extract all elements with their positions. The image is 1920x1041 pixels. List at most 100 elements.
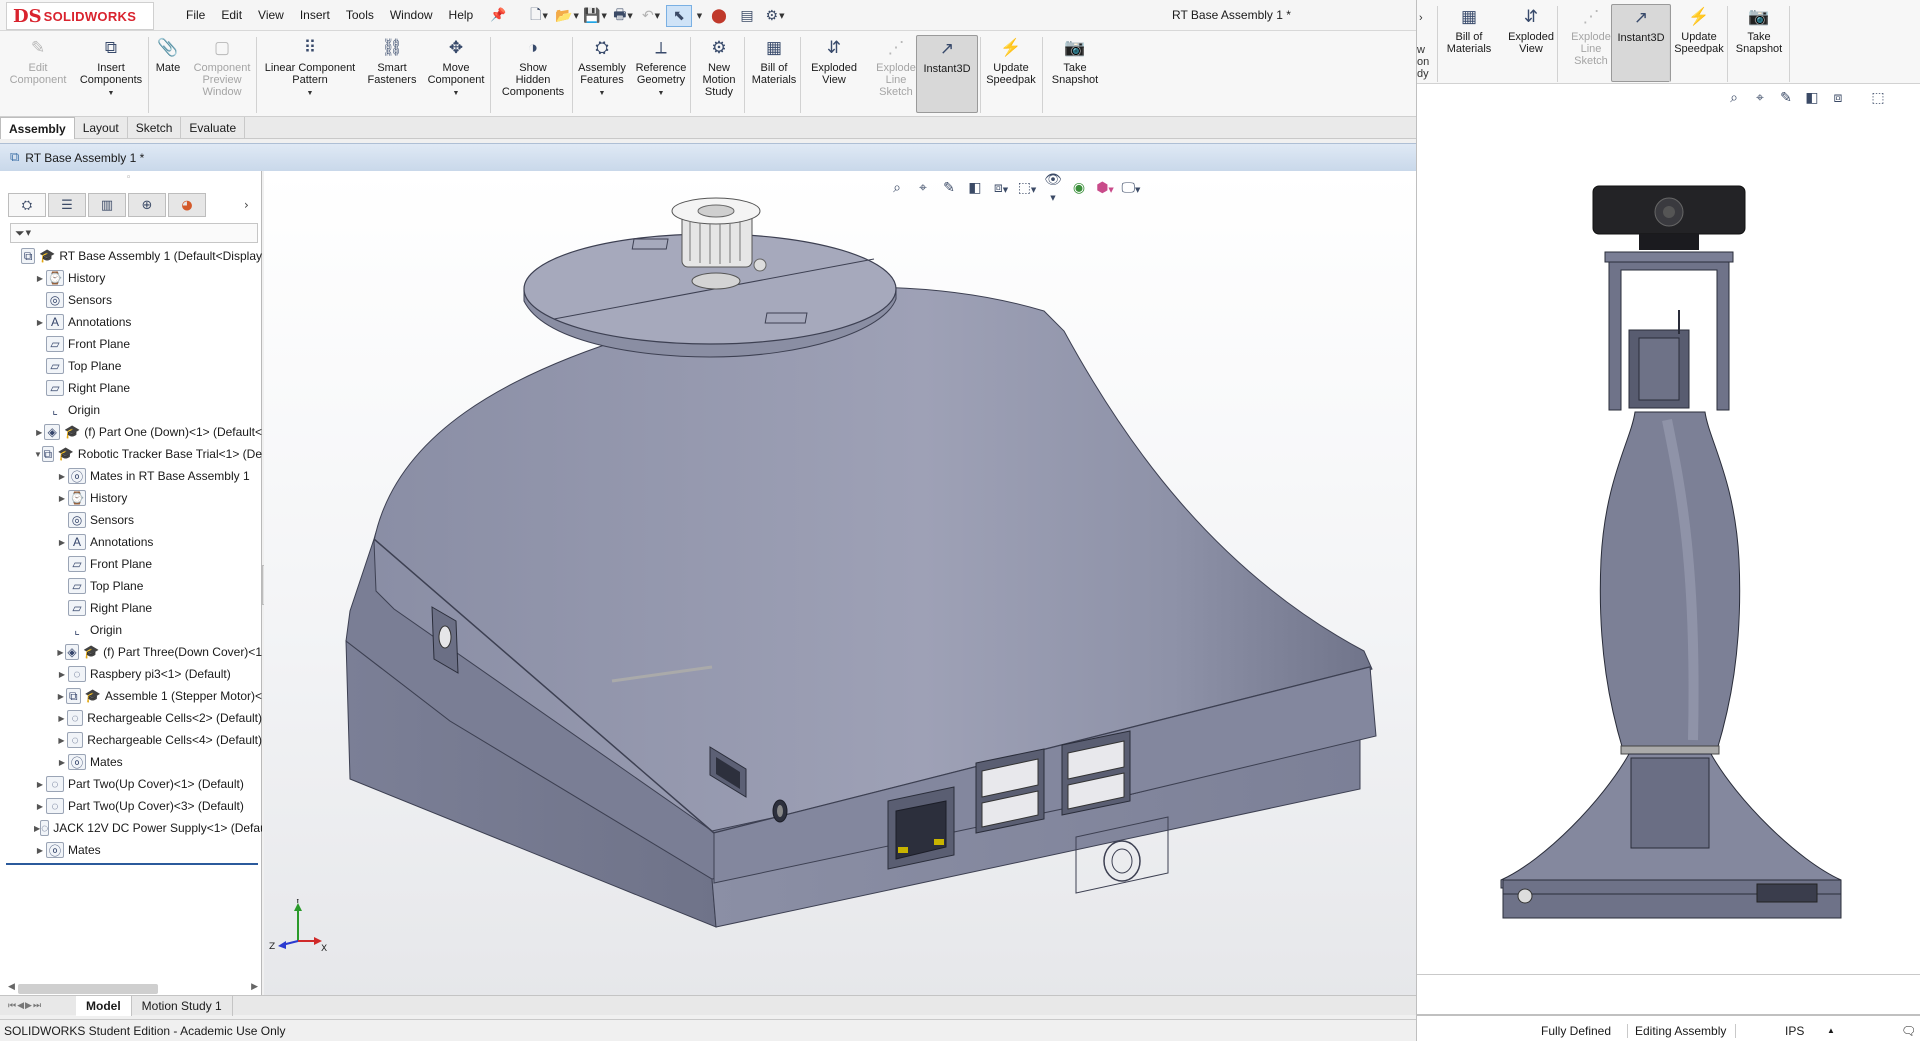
tab-evaluate[interactable]: Evaluate [181, 117, 246, 139]
view-orientation-icon[interactable]: ⧈▼ [990, 180, 1012, 196]
edit-component-button[interactable]: ✎ Edit Component [2, 35, 74, 88]
reference-geometry-button[interactable]: ⟂ Reference Geometry ▼ [632, 35, 690, 102]
tab-sketch[interactable]: Sketch [128, 117, 182, 139]
tree-item[interactable]: ▼ ⧉ 🎓 Robotic Tracker Base Trial<1> (De [0, 443, 262, 465]
property-manager-icon[interactable]: ☰ [48, 193, 86, 217]
file-properties-icon[interactable]: ▤ [734, 5, 760, 27]
chevron-down-icon[interactable]: ▼ [108, 88, 115, 100]
previous-view-icon[interactable]: ✎ [1775, 90, 1797, 106]
tab-layout[interactable]: Layout [75, 117, 128, 139]
tree-item[interactable]: ◎ Sensors [0, 289, 262, 311]
expand-icon[interactable]: ▶ [34, 428, 44, 437]
options-gear-icon[interactable]: ⚙ ▼ [762, 5, 788, 27]
tree-item[interactable]: ▱ Top Plane [0, 355, 262, 377]
tree-item[interactable]: ▶ ◌ Raspbery pi3<1> (Default) [0, 663, 262, 685]
bottom-tab-model[interactable]: Model [76, 995, 132, 1016]
expand-icon[interactable]: ▶ [34, 780, 46, 789]
undo-icon[interactable]: ↶ ▼ [638, 5, 664, 27]
expand-icon[interactable]: ▶ [56, 538, 68, 547]
tree-item[interactable]: ▶ ◌ Rechargeable Cells<4> (Default) [0, 729, 262, 751]
expand-icon[interactable]: ▶ [34, 802, 46, 811]
expand-icon[interactable]: ▶ [34, 846, 46, 855]
dimxpert-manager-icon[interactable]: ⊕ [128, 193, 166, 217]
tree-item[interactable]: ▶ ◌ JACK 12V DC Power Supply<1> (Defau [0, 817, 262, 839]
hide-show-items-icon[interactable]: 👁▼ [1042, 172, 1064, 204]
chevron-down-icon[interactable]: ▼ [658, 88, 665, 100]
assembly-model-view[interactable] [264, 171, 1416, 998]
chevron-down-icon[interactable]: ▼ [307, 88, 314, 100]
expand-icon[interactable]: ▶ [56, 472, 68, 481]
menu-edit[interactable]: Edit [213, 0, 250, 31]
view-orientation-icon[interactable]: ⧈ [1827, 90, 1849, 106]
status-units[interactable]: IPS [1785, 1024, 1804, 1038]
zoom-to-area-icon[interactable]: ⌖ [1749, 90, 1771, 106]
front-view-model[interactable] [1417, 180, 1920, 920]
horizontal-scrollbar[interactable]: ◀ ▶ [8, 982, 258, 996]
zoom-to-area-icon[interactable]: ⌖ [912, 180, 934, 196]
chevron-right-icon[interactable]: › [244, 198, 249, 212]
view-settings-icon[interactable]: 🖵▼ [1120, 180, 1142, 196]
tree-item[interactable]: ⌞ Origin [0, 619, 262, 641]
zoom-to-fit-icon[interactable]: ⌕ [1723, 90, 1745, 106]
expand-icon[interactable]: ▶ [56, 714, 67, 723]
update-speedpak-button[interactable]: ⚡ Update Speedpak [1671, 4, 1727, 57]
tree-item[interactable]: ▱ Right Plane [0, 597, 262, 619]
tree-filter[interactable]: ⏷ ▼ [10, 223, 258, 243]
menu-insert[interactable]: Insert [292, 0, 338, 31]
tree-item[interactable]: ▶ ⌚ History [0, 487, 262, 509]
expand-icon[interactable]: ▶ [56, 692, 66, 701]
pin-icon[interactable]: 📌 [490, 8, 506, 23]
menu-view[interactable]: View [250, 0, 292, 31]
open-icon[interactable]: 📂 ▼ [554, 5, 580, 27]
tree-item[interactable]: ▶ ⓞ Mates [0, 839, 262, 861]
panel-grip-icon[interactable]: ◦ [126, 173, 131, 183]
tree-item[interactable]: ▶ ⧉ 🎓 Assemble 1 (Stepper Motor)< [0, 685, 262, 707]
instant3d-button[interactable]: ↗ Instant3D [1611, 4, 1671, 82]
expand-icon[interactable]: ▶ [34, 274, 46, 283]
tree-item[interactable]: ◎ Sensors [0, 509, 262, 531]
chevron-right-icon[interactable]: › [1419, 14, 1423, 24]
tree-item[interactable]: ▱ Right Plane [0, 377, 262, 399]
linear-component-pattern-button[interactable]: ⠿ Linear Component Pattern ▼ [258, 35, 362, 102]
tree-item[interactable]: ▶ ◌ Part Two(Up Cover)<1> (Default) [0, 773, 262, 795]
display-style-icon[interactable]: ⬚ [1867, 90, 1889, 106]
bottom-tab-motion-study-1[interactable]: Motion Study 1 [132, 995, 233, 1016]
menu-file[interactable]: File [178, 0, 213, 31]
expand-icon[interactable]: ▶ [34, 318, 46, 327]
tree-item[interactable]: ▶ ◌ Rechargeable Cells<2> (Default) [0, 707, 262, 729]
apply-scene-icon[interactable]: ⬢▼ [1094, 180, 1116, 196]
bill-of-materials-button[interactable]: ▦ Bill of Materials [746, 35, 802, 88]
collapse-icon[interactable]: ▼ [34, 450, 42, 459]
update-speedpak-button[interactable]: ⚡ Update Speedpak [980, 35, 1042, 88]
tree-item[interactable]: ▶ ◈ 🎓 (f) Part Three(Down Cover)<1 [0, 641, 262, 663]
move-component-button[interactable]: ✥ Move Component ▼ [420, 35, 492, 102]
tree-item[interactable]: ▶ ⌚ History [0, 267, 262, 289]
section-view-icon[interactable]: ◧ [1801, 90, 1823, 106]
new-document-icon[interactable]: 🗋 ▼ [526, 5, 552, 27]
tree-item[interactable]: ▶ ⓞ Mates in RT Base Assembly 1 [0, 465, 262, 487]
expand-icon[interactable]: ▶ [56, 494, 68, 503]
expand-icon[interactable]: ▶ [56, 758, 68, 767]
exploded-view-button[interactable]: ⇵ Exploded View [802, 35, 866, 88]
graphics-area[interactable]: ⌕ ⌖ ✎ ◧ ⧈▼ ⬚▼ 👁▼ ◉ ⬢▼ 🖵▼ Y X Z [264, 171, 1416, 998]
chat-icon[interactable]: 🗨 [1901, 1024, 1916, 1038]
tree-item[interactable]: ▱ Front Plane [0, 553, 262, 575]
scroll-thumb[interactable] [18, 984, 158, 994]
print-icon[interactable]: 🖶 ▼ [610, 5, 636, 27]
configuration-manager-icon[interactable]: ▥ [88, 193, 126, 217]
solidworks-logo[interactable]: DS SOLIDWORKS [6, 2, 154, 30]
tree-item[interactable]: ▶ A Annotations [0, 311, 262, 333]
tree-item[interactable]: ▱ Front Plane [0, 333, 262, 355]
menu-tools[interactable]: Tools [338, 0, 382, 31]
show-hidden-components-button[interactable]: ◑ Show Hidden Components [494, 35, 572, 100]
edit-appearance-icon[interactable]: ◉ [1068, 180, 1090, 196]
scroll-right-icon[interactable]: ▶ [251, 982, 258, 992]
tree-item[interactable]: ⧉ 🎓 RT Base Assembly 1 (Default<Display [0, 245, 262, 267]
take-snapshot-button[interactable]: 📷 Take Snapshot [1729, 4, 1789, 57]
assembly-features-button[interactable]: ⛭ Assembly Features ▼ [574, 35, 630, 102]
section-view-icon[interactable]: ◧ [964, 180, 986, 196]
select-icon[interactable]: ⬉ [666, 5, 692, 27]
new-motion-study-button[interactable]: ⚙ New Motion Study [692, 35, 746, 100]
smart-fasteners-button[interactable]: ⛓ Smart Fasteners [364, 35, 420, 88]
expand-icon[interactable]: ▶ [56, 670, 68, 679]
